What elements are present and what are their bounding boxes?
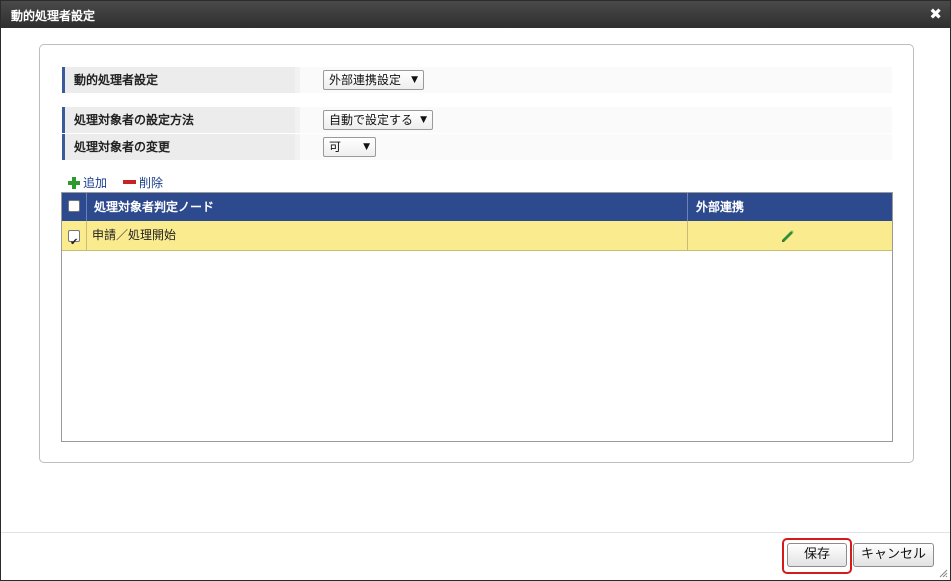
form-row-setting-method: 処理対象者の設定方法 自動で設定する ▼ [62, 107, 892, 133]
plus-icon [68, 177, 80, 189]
add-button[interactable]: 追加 [68, 175, 107, 191]
form-row-dynamic-processor: 動的処理者設定 外部連携設定 ▼ [62, 67, 892, 93]
change-allowed-select[interactable]: 可 ▼ [323, 137, 376, 157]
dialog-title-bar[interactable]: 動的処理者設定 ✖ [1, 1, 950, 28]
select-value: 外部連携設定 [329, 73, 402, 87]
minus-icon [123, 180, 136, 184]
delete-button[interactable]: 削除 [123, 175, 163, 191]
footer-divider [1, 532, 950, 533]
table-row[interactable]: 申請／処理開始 [62, 221, 892, 257]
setting-method-select[interactable]: 自動で設定する ▼ [323, 110, 433, 130]
form-value: 可 ▼ [300, 134, 892, 160]
column-header-external[interactable]: 外部連携 [688, 193, 892, 221]
add-label: 追加 [83, 176, 108, 190]
dialog-title: 動的処理者設定 [11, 9, 96, 23]
delete-label: 削除 [139, 176, 164, 190]
column-header-node[interactable]: 処理対象者判定ノード [87, 193, 688, 221]
grid-header: 処理対象者判定ノード 外部連携 [62, 193, 892, 221]
resize-handle-icon[interactable] [938, 568, 948, 578]
node-cell: 申請／処理開始 [87, 221, 688, 250]
form-value: 自動で設定する ▼ [300, 107, 892, 133]
cancel-button[interactable]: キャンセル [853, 543, 934, 567]
chevron-down-icon: ▼ [411, 75, 418, 85]
close-icon[interactable]: ✖ [929, 5, 942, 23]
chevron-down-icon: ▼ [420, 115, 427, 125]
save-button[interactable]: 保存 [787, 543, 847, 567]
settings-panel: 動的処理者設定 外部連携設定 ▼ 処理対象者の設定方法 自動で設定する ▼ 処理… [39, 44, 914, 463]
external-cell [688, 221, 892, 250]
form-value: 外部連携設定 ▼ [300, 67, 892, 93]
chevron-down-icon: ▼ [363, 142, 370, 152]
select-value: 可 [329, 140, 342, 154]
select-all-checkbox[interactable] [68, 200, 80, 212]
form-row-change-allowed: 処理対象者の変更 可 ▼ [62, 134, 892, 160]
select-value: 自動で設定する [329, 113, 414, 127]
dialog-window: 動的処理者設定 ✖ 動的処理者設定 外部連携設定 ▼ 処理対象者の設定方法 自動… [0, 0, 951, 581]
pencil-icon[interactable] [781, 229, 795, 243]
form-label: 動的処理者設定 [62, 67, 295, 93]
row-checkbox[interactable] [68, 228, 80, 257]
form-label: 処理対象者の変更 [62, 134, 295, 160]
form-label: 処理対象者の設定方法 [62, 107, 295, 133]
row-checkbox-cell [62, 221, 87, 257]
header-checkbox-cell [62, 193, 87, 221]
dynamic-processor-select[interactable]: 外部連携設定 ▼ [323, 70, 424, 90]
node-grid: 処理対象者判定ノード 外部連携 申請／処理開始 [61, 192, 893, 442]
